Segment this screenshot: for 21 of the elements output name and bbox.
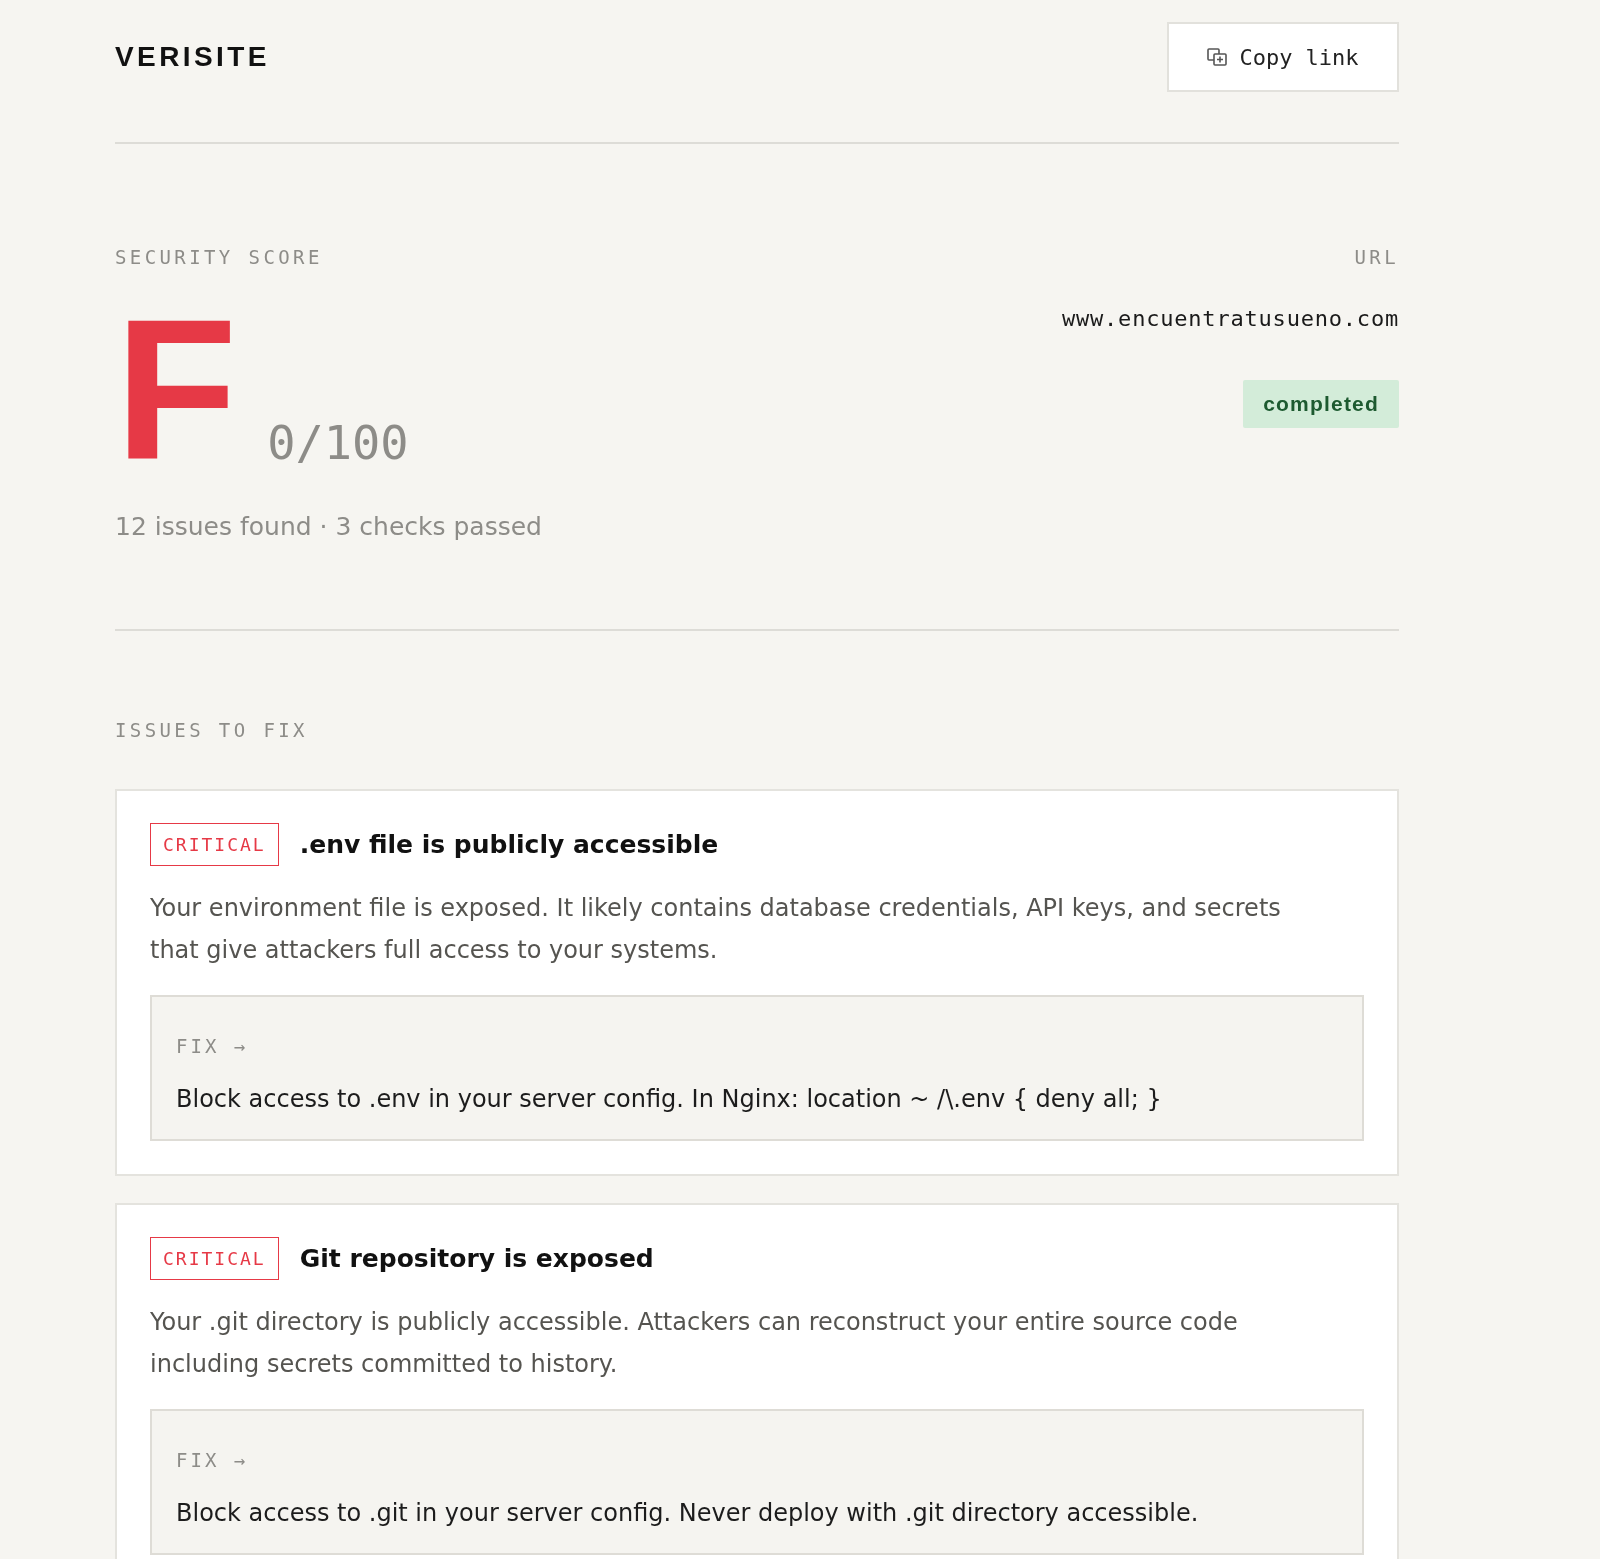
severity-badge: CRITICAL xyxy=(150,1237,279,1280)
fix-label: FIX → xyxy=(176,1448,249,1472)
url-label: URL xyxy=(1354,245,1399,269)
score-points: 0/100 xyxy=(267,419,409,466)
issue-title: .env file is publicly accessible xyxy=(299,830,719,859)
grade-letter: F xyxy=(115,290,238,490)
issue-description: Your environment file is exposed. It likely contains database credentials, API keys, and secrets that give attackers full access to your systems. xyxy=(150,893,1282,966)
issues-summary: 12 issues found · 3 checks passed xyxy=(115,512,542,542)
copy-link-button[interactable]: Copy link xyxy=(1167,22,1399,92)
issue-description: Your .git directory is publicly accessible. Attackers can reconstruct your entire source code including secrets committed to history. xyxy=(150,1307,1239,1380)
fix-text: Block access to .git in your server config. Never deploy with .git directory accessible. xyxy=(176,1498,1199,1528)
fix-label: FIX → xyxy=(176,1034,249,1058)
issue-title: Git repository is exposed xyxy=(299,1244,654,1273)
section-label: ISSUES TO FIX xyxy=(115,718,308,742)
severity-badge: CRITICAL xyxy=(150,823,279,866)
logo: VERISITE xyxy=(115,41,270,73)
section-label: SECURITY SCORE xyxy=(115,245,323,269)
scanned-url: www.encuentratusueno.com xyxy=(1061,305,1399,333)
fix-text: Block access to .env in your server config. In Nginx: location ~ /\.env { deny all; } xyxy=(176,1084,1162,1114)
status-badge: completed xyxy=(1243,380,1399,428)
copy-icon xyxy=(1207,48,1228,66)
